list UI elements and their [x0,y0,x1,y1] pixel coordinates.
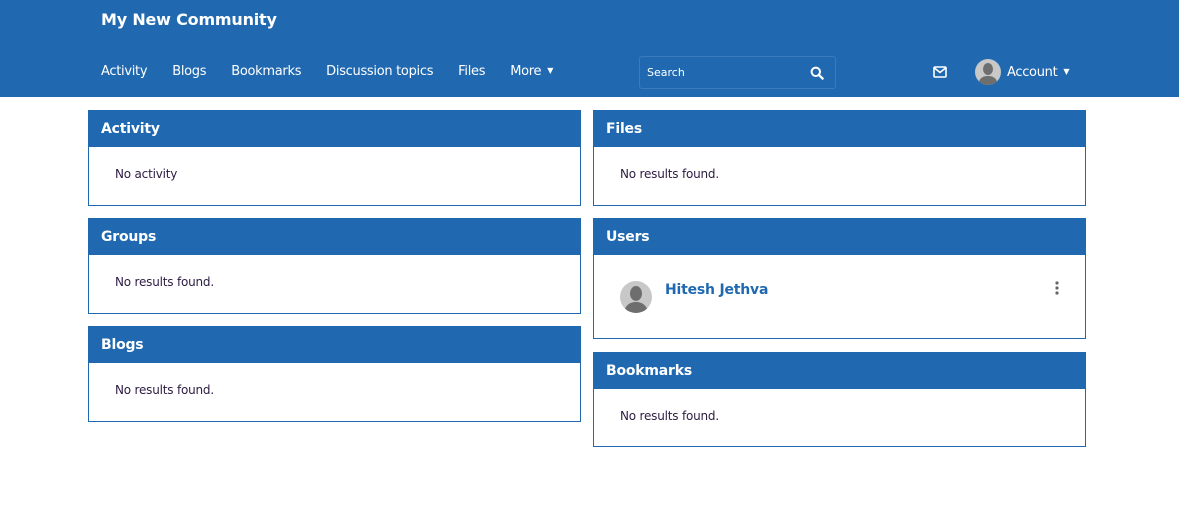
list-item: Hitesh Jethva [594,255,1085,339]
empty-message: No results found. [620,409,719,423]
user-name-link[interactable]: Hitesh Jethva [665,282,768,298]
panel-title: Blogs [89,327,580,363]
panel-title: Files [594,111,1085,147]
empty-message: No activity [115,167,178,181]
user-silhouette-icon [975,59,1001,85]
search-icon[interactable] [810,66,824,80]
nav-label: Discussion topics [326,64,434,79]
users-panel: Users Hitesh Jethva [593,218,1086,339]
avatar [975,59,1001,85]
chevron-down-icon: ▼ [547,66,554,75]
nav-label: More [510,64,542,79]
avatar[interactable] [620,281,652,313]
bookmarks-panel: Bookmarks No results found. [593,352,1086,447]
panel-title: Bookmarks [594,353,1085,389]
nav-label: Activity [101,64,148,79]
groups-panel: Groups No results found. [88,218,581,314]
user-silhouette-icon [620,281,652,313]
nav-item-discussion-topics[interactable]: Discussion topics [326,64,433,79]
account-menu[interactable]: Account ▼ [975,59,1070,85]
envelope-icon[interactable] [933,66,947,78]
nav-item-blogs[interactable]: Blogs [172,64,206,79]
panel-title: Users [594,219,1085,255]
chevron-down-icon: ▼ [1063,66,1070,76]
nav-label: Files [458,64,486,79]
kebab-menu-icon[interactable] [1053,280,1061,296]
blogs-panel: Blogs No results found. [88,326,581,422]
panel-title: Activity [89,111,580,147]
empty-message: No results found. [115,275,214,289]
nav-item-files[interactable]: Files [458,64,485,79]
nav-label: Bookmarks [231,64,302,79]
site-title[interactable]: My New Community [101,10,277,29]
nav-label: Blogs [172,64,207,79]
search-input[interactable] [640,57,800,88]
activity-panel: Activity No activity [88,110,581,206]
panel-title: Groups [89,219,580,255]
search-box [639,56,836,89]
nav-item-activity[interactable]: Activity [101,64,148,79]
empty-message: No results found. [620,167,719,181]
empty-message: No results found. [115,383,214,397]
top-navbar: My New Community Activity Blogs Bookmark… [0,0,1179,97]
nav-item-more[interactable]: More ▼ [510,64,553,79]
files-panel: Files No results found. [593,110,1086,206]
nav-item-bookmarks[interactable]: Bookmarks [231,64,301,79]
main-nav: Activity Blogs Bookmarks Discussion topi… [101,64,578,79]
account-label: Account [1007,64,1058,80]
